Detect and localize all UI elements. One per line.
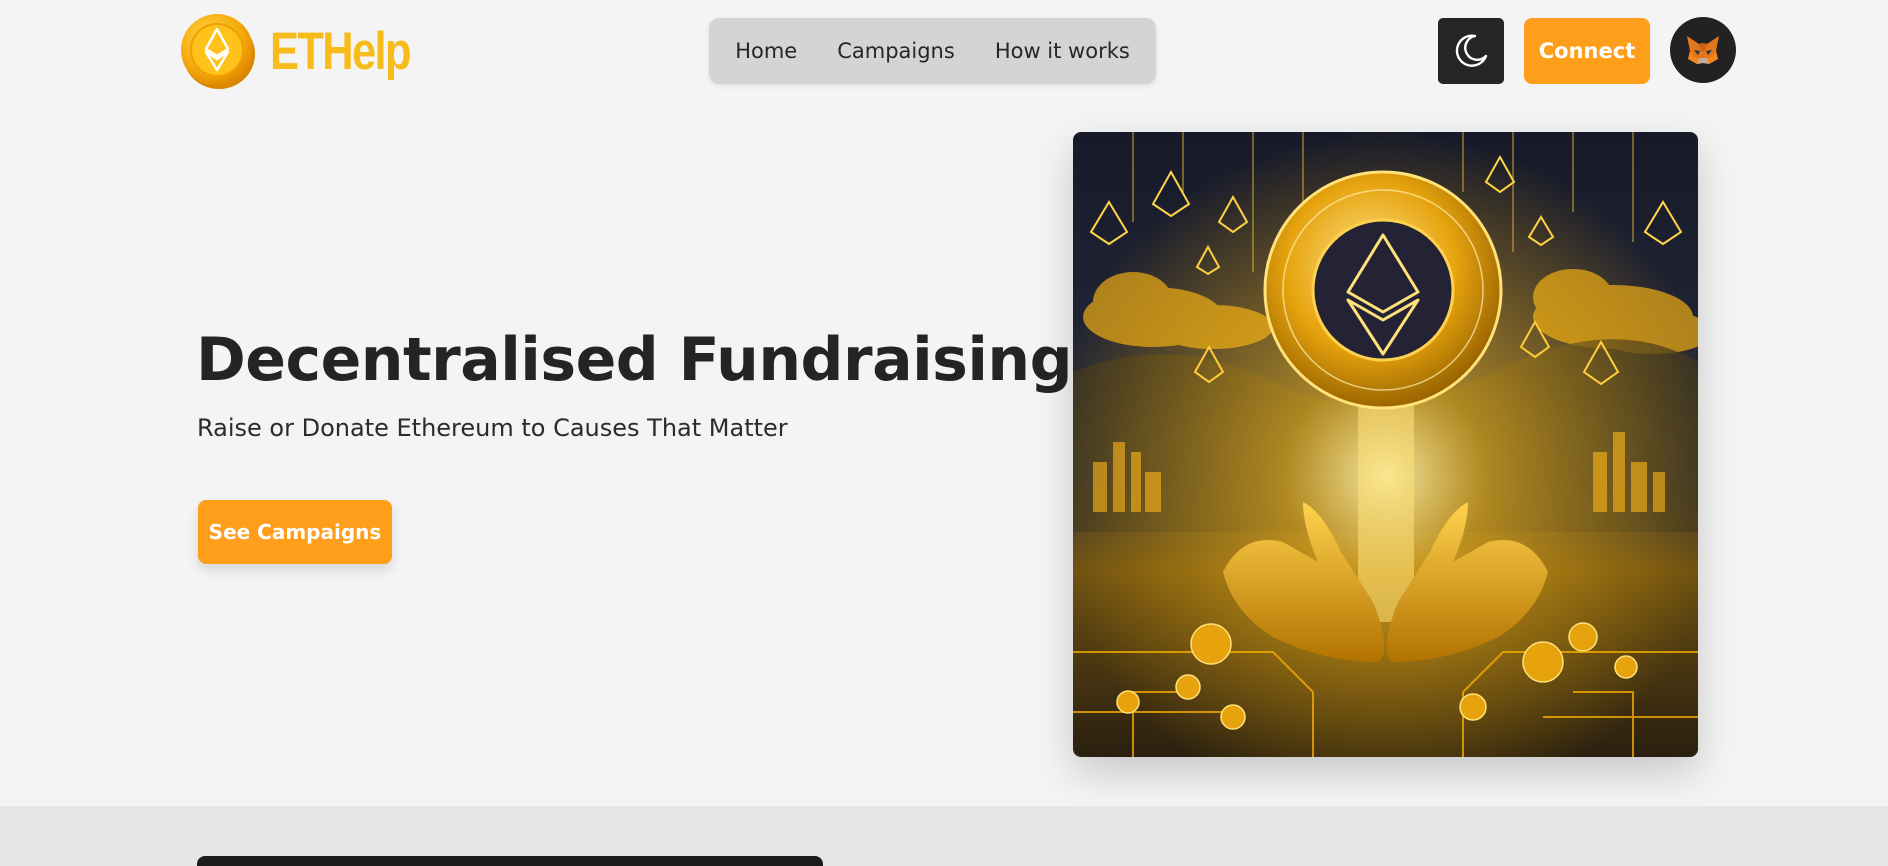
hero-subtitle: Raise or Donate Ethereum to Causes That … xyxy=(197,414,788,442)
hero-title: Decentralised Fundraising xyxy=(196,325,1073,395)
main-nav: Home Campaigns How it works xyxy=(709,18,1156,84)
metamask-fox-icon xyxy=(1687,36,1719,64)
ethereum-coin-icon xyxy=(181,14,255,89)
moon-icon xyxy=(1455,34,1488,67)
hero-image xyxy=(1073,132,1698,757)
campaign-card-preview[interactable] xyxy=(197,856,823,866)
campaigns-section xyxy=(0,806,1888,866)
nav-home[interactable]: Home xyxy=(735,39,797,63)
theme-toggle-button[interactable] xyxy=(1438,18,1504,84)
brand-logo[interactable]: ETHelp xyxy=(179,12,441,90)
brand-name: ETHelp xyxy=(270,21,412,81)
wallet-avatar[interactable] xyxy=(1670,17,1736,83)
nav-campaigns[interactable]: Campaigns xyxy=(837,39,955,63)
see-campaigns-button[interactable]: See Campaigns xyxy=(198,500,392,564)
nav-how-it-works[interactable]: How it works xyxy=(995,39,1130,63)
connect-wallet-button[interactable]: Connect xyxy=(1524,18,1650,84)
